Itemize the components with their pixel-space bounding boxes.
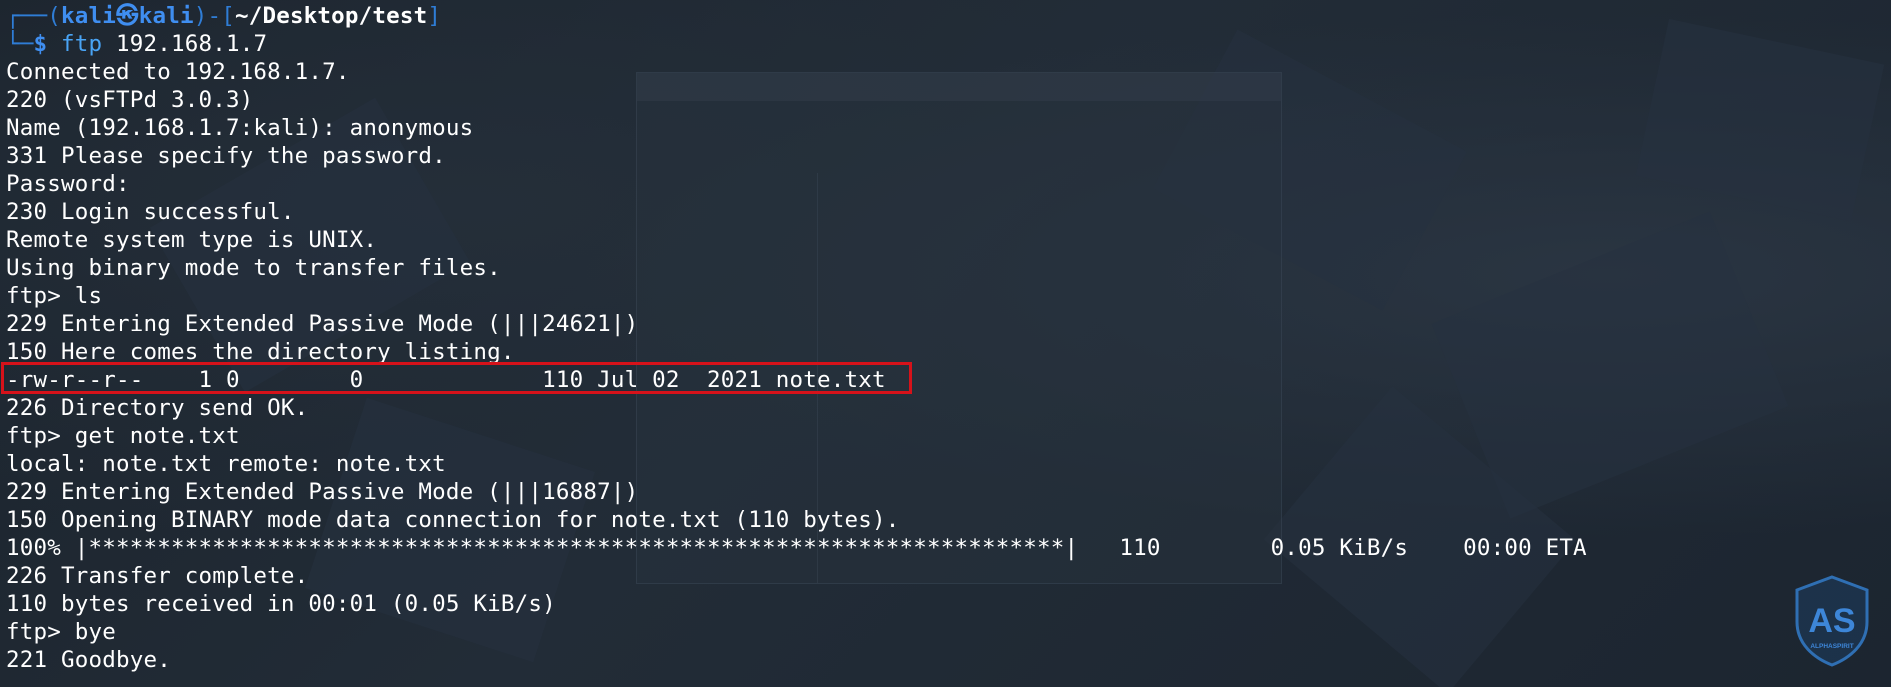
output-line: ftp> get note.txt <box>6 423 240 449</box>
prompt-corner: └─ <box>6 31 34 57</box>
output-line: 229 Entering Extended Passive Mode (|||2… <box>6 311 639 337</box>
prompt-host: kali <box>138 3 194 29</box>
output-line: 230 Login successful. <box>6 199 295 225</box>
output-line: 331 Please specify the password. <box>6 143 446 169</box>
prompt-mid: )-[ <box>193 3 235 29</box>
output-line: Using binary mode to transfer files. <box>6 255 501 281</box>
highlight-box <box>1 362 912 394</box>
output-line: Connected to 192.168.1.7. <box>6 59 350 85</box>
terminal-output[interactable]: ┌──(kali㉿kali)-[~/Desktop/test] └─$ ftp … <box>6 2 1891 674</box>
prompt-at-symbol: ㉿ <box>116 3 139 29</box>
alphaspirit-logo-icon: AS ALPHASPIRIT <box>1795 575 1869 667</box>
watermark-letters: AS <box>1808 602 1855 640</box>
output-line: Remote system type is UNIX. <box>6 227 378 253</box>
output-line: 221 Goodbye. <box>6 647 171 673</box>
watermark-caption: ALPHASPIRIT <box>1810 643 1853 650</box>
transfer-progress-line: 100% |**********************************… <box>6 535 1587 561</box>
prompt-command-line: └─$ ftp 192.168.1.7 <box>6 30 1891 58</box>
output-line: Password: <box>6 171 130 197</box>
prompt-close: ] <box>427 3 442 29</box>
prompt-path: ~/Desktop/test <box>234 3 428 29</box>
prompt-open: ┌──( <box>6 3 61 29</box>
output-line: 110 bytes received in 00:01 (0.05 KiB/s) <box>6 591 556 617</box>
output-line: 150 Opening BINARY mode data connection … <box>6 507 900 533</box>
prompt-header-line: ┌──(kali㉿kali)-[~/Desktop/test] <box>6 2 1891 30</box>
output-line: local: note.txt remote: note.txt <box>6 451 446 477</box>
output-line: 220 (vsFTPd 3.0.3) <box>6 87 254 113</box>
command-name: ftp <box>61 31 103 57</box>
output-line: 226 Directory send OK. <box>6 395 309 421</box>
output-line: 229 Entering Extended Passive Mode (|||1… <box>6 479 639 505</box>
output-line: 226 Transfer complete. <box>6 563 309 589</box>
output-line: Name (192.168.1.7:kali): anonymous <box>6 115 474 141</box>
output-line: ftp> bye <box>6 619 116 645</box>
prompt-user: kali <box>61 3 116 29</box>
prompt-dollar: $ <box>33 31 48 57</box>
command-args: 192.168.1.7 <box>102 31 268 57</box>
output-line: ftp> ls <box>6 283 103 309</box>
